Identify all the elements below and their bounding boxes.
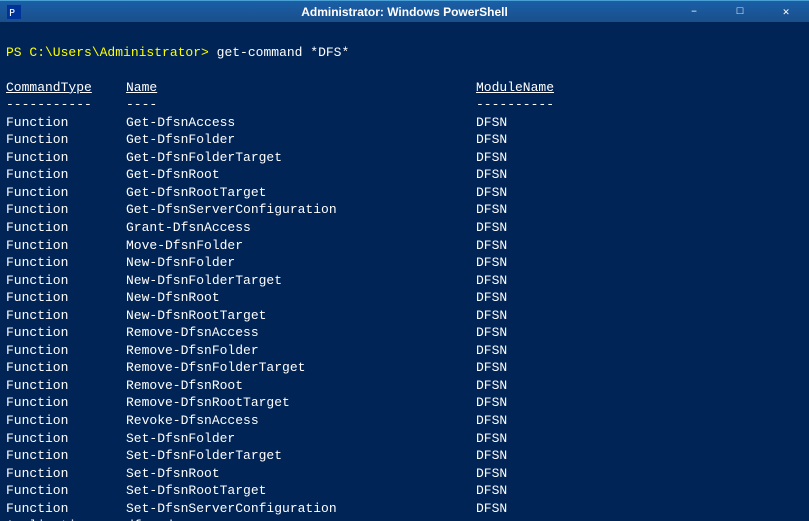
table-row: FunctionSet-DfsnRootTargetDFSN [6, 482, 803, 500]
terminal-window[interactable]: PS C:\Users\Administrator> get-command *… [0, 22, 809, 521]
table-row: FunctionGet-DfsnAccessDFSN [6, 114, 803, 132]
close-button[interactable]: ✕ [763, 1, 809, 23]
table-row: FunctionRemove-DfsnRootTargetDFSN [6, 394, 803, 412]
table-row: FunctionNew-DfsnRootDFSN [6, 289, 803, 307]
table-row: FunctionGet-DfsnRootTargetDFSN [6, 184, 803, 202]
table-row: FunctionNew-DfsnFolderTargetDFSN [6, 272, 803, 290]
window-controls: – □ ✕ [671, 1, 809, 23]
window-icon: P [6, 4, 22, 20]
svg-text:P: P [9, 8, 15, 19]
table-row: FunctionGet-DfsnServerConfigurationDFSN [6, 201, 803, 219]
table-row: FunctionSet-DfsnFolderDFSN [6, 430, 803, 448]
table-separator: ------------------------- [6, 96, 803, 114]
window-title: Administrator: Windows PowerShell [301, 5, 508, 19]
table-row: FunctionRemove-DfsnRootDFSN [6, 377, 803, 395]
table-row: FunctionGrant-DfsnAccessDFSN [6, 219, 803, 237]
table-row: FunctionRemove-DfsnAccessDFSN [6, 324, 803, 342]
table-row: FunctionSet-DfsnFolderTargetDFSN [6, 447, 803, 465]
table-row: FunctionRemove-DfsnFolderDFSN [6, 342, 803, 360]
title-bar: P Administrator: Windows PowerShell – □ … [0, 0, 809, 22]
minimize-button[interactable]: – [671, 1, 717, 23]
table-row: FunctionNew-DfsnRootTargetDFSN [6, 307, 803, 325]
table-row: FunctionMove-DfsnFolderDFSN [6, 237, 803, 255]
table-row: FunctionGet-DfsnFolderDFSN [6, 131, 803, 149]
table-row: FunctionRemove-DfsnFolderTargetDFSN [6, 359, 803, 377]
prompt-line: PS C:\Users\Administrator> get-command *… [6, 44, 803, 62]
table-header: CommandTypeNameModuleName [6, 79, 803, 97]
table-row: FunctionSet-DfsnServerConfigurationDFSN [6, 500, 803, 518]
table-row: FunctionRevoke-DfsnAccessDFSN [6, 412, 803, 430]
table-row: FunctionGet-DfsnFolderTargetDFSN [6, 149, 803, 167]
table-row: Applicationdfscmd.exe [6, 517, 803, 521]
table-row: FunctionGet-DfsnRootDFSN [6, 166, 803, 184]
table-row: FunctionSet-DfsnRootDFSN [6, 465, 803, 483]
maximize-button[interactable]: □ [717, 1, 763, 23]
table-row: FunctionNew-DfsnFolderDFSN [6, 254, 803, 272]
